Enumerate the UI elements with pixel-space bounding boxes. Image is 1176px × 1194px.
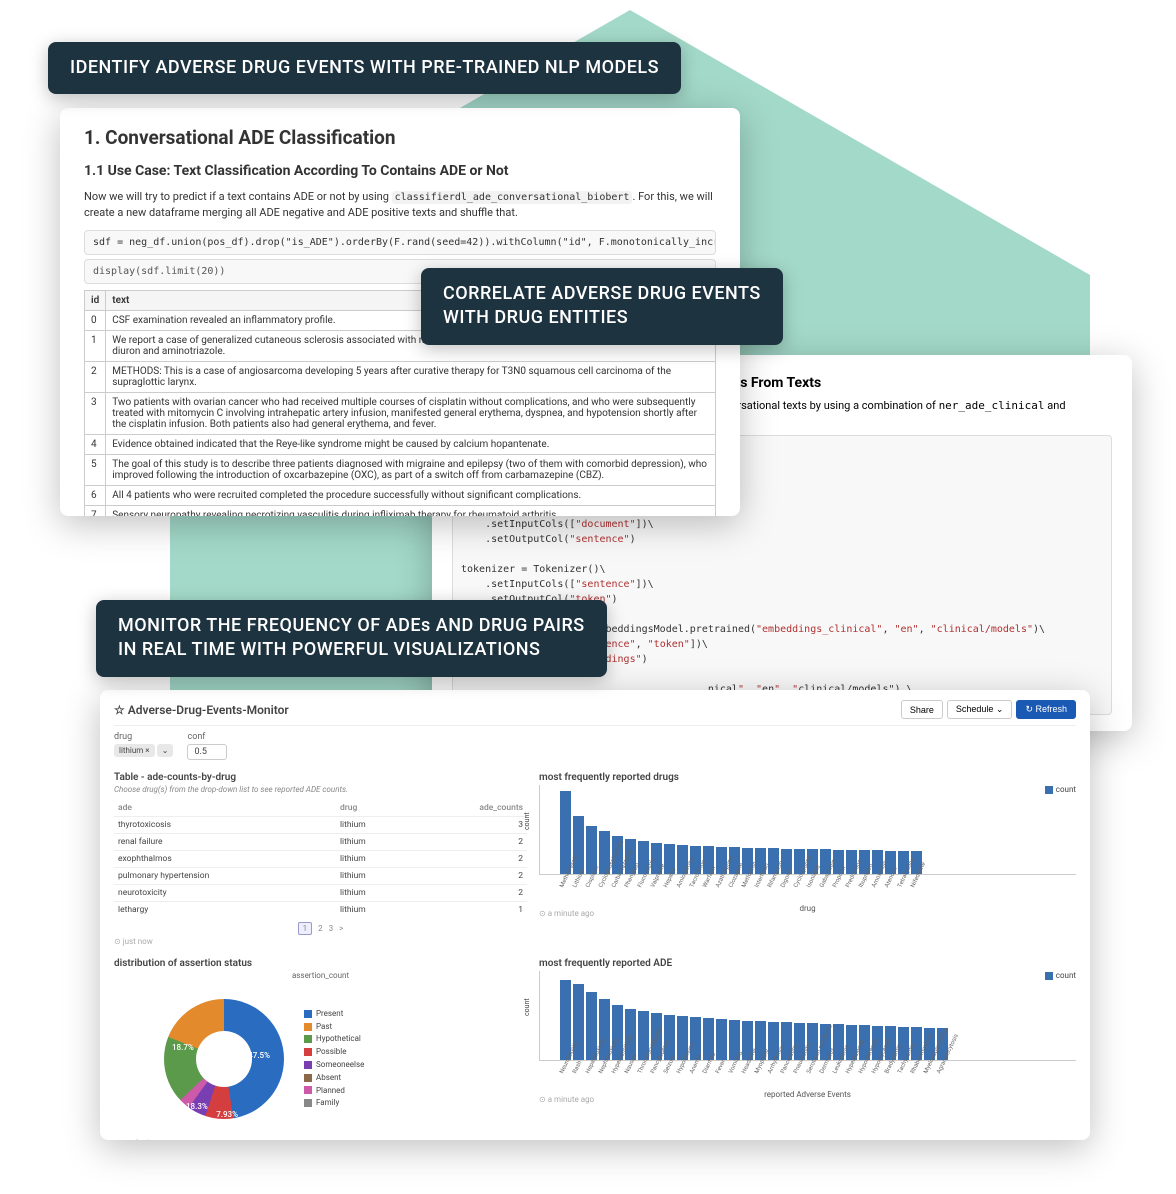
table-row: neurotoxicitylithium2 (114, 885, 527, 902)
card-ade-table: Table - ade-counts-by-drug Choose drug(s… (114, 772, 527, 946)
ade-counts-table: ade drug ade_counts thyrotoxicosislithiu… (114, 800, 527, 918)
callout-label-2: CORRELATE ADVERSE DRUG EVENTS WITH DRUG … (421, 268, 783, 345)
table-row: 7Sensory neuropathy revealing necrotizin… (85, 506, 716, 516)
filter-conf-label: conf (187, 732, 227, 742)
filter-drug-chip[interactable]: lithium × (114, 744, 155, 757)
table-row: 3Two patients with ovarian cancer who ha… (85, 393, 716, 435)
code-cell-1: sdf = neg_df.union(pos_df).drop("is_ADE"… (84, 230, 716, 255)
section-subheading-1-1: 1.1 Use Case: Text Classification Accord… (84, 163, 716, 179)
donut-footnote: ⊙ a minute ago (114, 1138, 527, 1140)
card-donut: distribution of assertion status asserti… (114, 958, 527, 1140)
table-row: thyrotoxicosislithium3 (114, 817, 527, 834)
card-bar-ade: most frequently reported ADE count count… (539, 958, 1076, 1140)
table-row: renal failurelithium2 (114, 834, 527, 851)
filter-drug-dropdown[interactable]: ⌄ (157, 744, 174, 757)
filter-drug-label: drug (114, 732, 173, 742)
card-title-bar2: most frequently reported ADE (539, 958, 1076, 969)
intro-paragraph: Now we will try to predict if a text con… (84, 189, 716, 220)
table-row: 4Evidence obtained indicated that the Re… (85, 435, 716, 455)
dashboard-panel: ☆ Adverse-Drug-Events-Monitor Share Sche… (100, 690, 1090, 1140)
donut-legend: PresentPastHypotheticalPossibleSomeoneel… (304, 1008, 364, 1110)
table-row: 2METHODS: This is a case of angiosarcoma… (85, 362, 716, 393)
table-footnote: ⊙ just now (114, 937, 527, 946)
filter-conf-input[interactable]: 0.5 (187, 744, 227, 760)
card-bar-drugs: most frequently reported drugs count cou… (539, 772, 1076, 946)
table-row: pulmonary hypertensionlithium2 (114, 868, 527, 885)
table-row: 6All 4 patients who were recruited compl… (85, 486, 716, 506)
table-row: 5The goal of this study is to describe t… (85, 455, 716, 486)
share-button[interactable]: Share (901, 700, 943, 719)
bar-chart-ade: count count NeurotoxicityRashHepatotoxic… (539, 971, 1076, 1091)
card-title-bar1: most frequently reported drugs (539, 772, 1076, 783)
table-pager[interactable]: 123> (114, 924, 527, 933)
dashboard-title: ☆ Adverse-Drug-Events-Monitor (114, 703, 289, 717)
section-heading-1: 1. Conversational ADE Classification (84, 126, 716, 149)
table-row: exophthalmoslithium2 (114, 851, 527, 868)
refresh-button[interactable]: ↻ Refresh (1016, 700, 1076, 719)
table-row: lethargylithium1 (114, 902, 527, 919)
card-subtitle-table: Choose drug(s) from the drop-down list t… (114, 785, 527, 794)
donut-chart: 47.5% 18.7% 18.3% 7.93% (164, 999, 284, 1119)
card-title-table: Table - ade-counts-by-drug (114, 772, 527, 783)
schedule-button[interactable]: Schedule ⌄ (947, 700, 1013, 719)
col-id: id (85, 291, 106, 311)
card-title-donut: distribution of assertion status (114, 958, 527, 969)
model-name-code: classifierdl_ade_conversational_biobert (392, 191, 633, 204)
bar-chart-drugs: count count MethotrexateLithiumCisplatin… (539, 785, 1076, 905)
callout-label-3: MONITOR THE FREQUENCY OF ADEs AND DRUG P… (96, 600, 607, 677)
callout-label-1: IDENTIFY ADVERSE DRUG EVENTS WITH PRE-TR… (48, 42, 681, 94)
